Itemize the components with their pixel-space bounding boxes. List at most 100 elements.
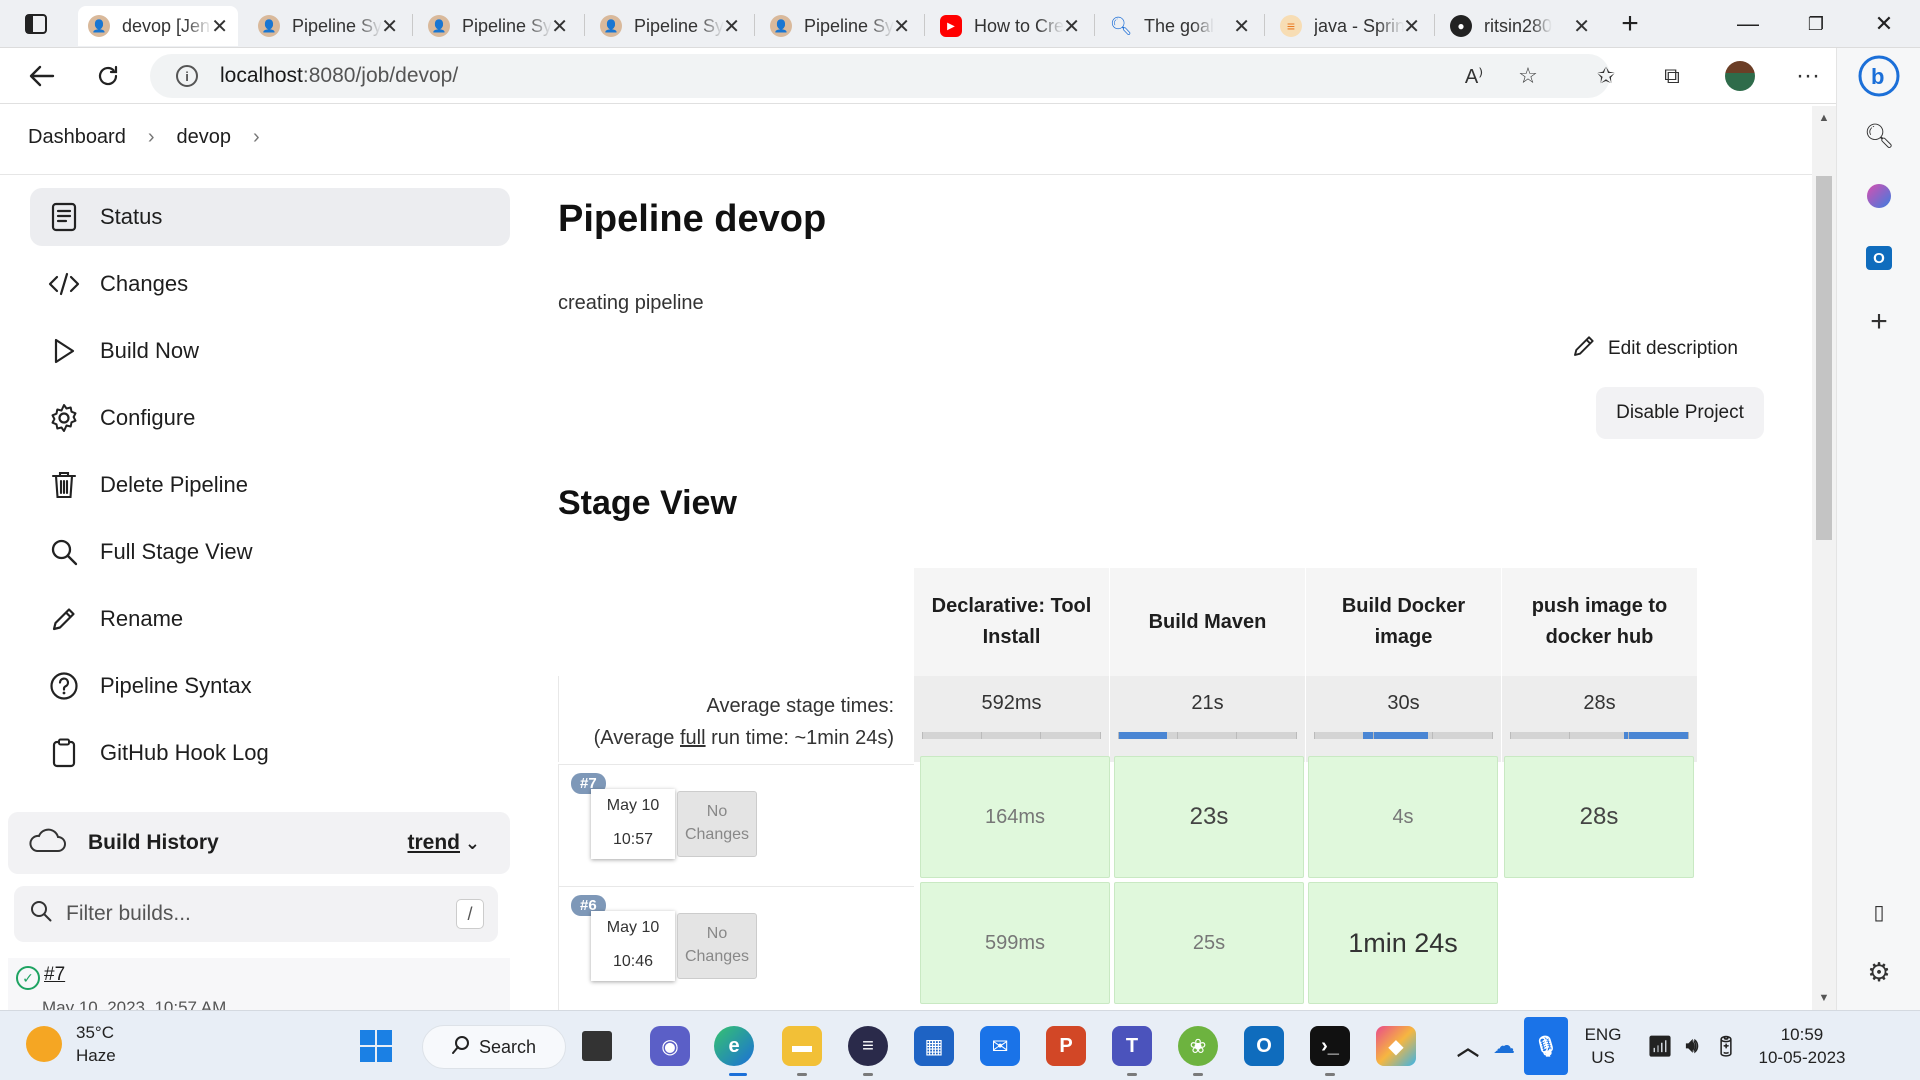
build-run-row[interactable]: #7 May 10 10:57 No Changes: [558, 764, 914, 888]
add-sidebar-app-icon[interactable]: +: [1859, 302, 1899, 342]
file-explorer-icon[interactable]: ▬: [782, 1026, 822, 1066]
spring-tools-icon[interactable]: ❀: [1178, 1026, 1218, 1066]
close-tab-icon[interactable]: ✕: [1573, 14, 1590, 39]
build-history-row[interactable]: ✓ #7 May 10, 2023, 10:57 AM: [8, 958, 510, 1017]
close-tab-icon[interactable]: ✕: [1063, 14, 1080, 39]
outlook-icon[interactable]: O: [1859, 238, 1899, 278]
stage-cell[interactable]: 4s: [1308, 756, 1498, 878]
back-icon[interactable]: [24, 60, 60, 92]
powerpoint-icon[interactable]: P: [1046, 1026, 1086, 1066]
search-icon[interactable]: 🔍︎: [1859, 116, 1899, 156]
read-aloud-icon[interactable]: A⁾: [1456, 60, 1492, 92]
terminal-icon[interactable]: ›_: [1310, 1026, 1350, 1066]
favorites-icon[interactable]: ✩: [1588, 60, 1624, 92]
tab-github[interactable]: ● ritsin280 ✕: [1440, 6, 1600, 46]
git-client-icon[interactable]: ◆: [1376, 1026, 1416, 1066]
tab-actions-icon[interactable]: [8, 8, 64, 40]
tab-stackoverflow[interactable]: ≡ java - Spring ✕: [1270, 6, 1430, 46]
eclipse-icon[interactable]: ≡: [848, 1026, 888, 1066]
build-date-card[interactable]: May 10 10:57: [591, 789, 675, 859]
close-tab-icon[interactable]: ✕: [893, 14, 910, 39]
sidebar-item-pipeline-syntax[interactable]: Pipeline Syntax: [30, 657, 510, 715]
changes-box[interactable]: No Changes: [677, 913, 757, 979]
close-tab-icon[interactable]: ✕: [381, 14, 398, 39]
tab-pipeline-syntax-1[interactable]: 👤 Pipeline Syntax ✕: [248, 6, 408, 46]
copilot-icon[interactable]: [1859, 176, 1899, 216]
restore-icon[interactable]: ❐: [1788, 8, 1844, 40]
address-bar[interactable]: i localhost:8080/job/devop/: [150, 54, 1610, 98]
outlook-icon[interactable]: O: [1244, 1026, 1284, 1066]
stage-cell[interactable]: 1min 24s: [1308, 882, 1498, 1004]
collections-icon[interactable]: ⧉: [1654, 60, 1690, 92]
stage-cell[interactable]: 164ms: [920, 756, 1110, 878]
mail-icon[interactable]: ✉: [980, 1026, 1020, 1066]
sidebar-toggle-icon[interactable]: ▯: [1859, 892, 1899, 932]
filter-builds-input[interactable]: Filter builds... /: [14, 886, 498, 942]
windows-start-icon[interactable]: [356, 1026, 396, 1066]
weather-widget[interactable]: 35°C Haze: [26, 1021, 116, 1067]
microphone-icon[interactable]: 🎙︎: [1524, 1017, 1568, 1075]
stage-cell[interactable]: 599ms: [920, 882, 1110, 1004]
close-tab-icon[interactable]: ✕: [211, 14, 228, 39]
onedrive-icon[interactable]: ☁: [1484, 1026, 1524, 1066]
build-number-link[interactable]: #7: [44, 964, 65, 986]
bing-copilot-icon[interactable]: b: [1855, 52, 1903, 100]
taskbar-search[interactable]: Search: [422, 1025, 566, 1069]
close-tab-icon[interactable]: ✕: [1403, 14, 1420, 39]
add-favorite-icon[interactable]: ☆: [1510, 60, 1546, 92]
task-view-icon[interactable]: [582, 1031, 612, 1061]
clock[interactable]: 10:59 10-05-2023: [1752, 1023, 1852, 1069]
breadcrumb-devop[interactable]: devop: [177, 126, 232, 149]
scroll-down-icon[interactable]: ▼: [1816, 992, 1832, 1006]
close-window-icon[interactable]: ✕: [1856, 8, 1912, 40]
close-tab-icon[interactable]: ✕: [723, 14, 740, 39]
edit-description-link[interactable]: Edit description: [1572, 334, 1738, 364]
sidebar-item-delete-pipeline[interactable]: Delete Pipeline: [30, 456, 510, 514]
tab-pipeline-syntax-4[interactable]: 👤 Pipeline Syntax ✕: [760, 6, 920, 46]
changes-box[interactable]: No Changes: [677, 791, 757, 857]
minimize-icon[interactable]: —: [1720, 8, 1776, 40]
chevron-down-icon[interactable]: ⌄: [465, 833, 480, 854]
build-date-card[interactable]: May 10 10:46: [591, 911, 675, 981]
more-icon[interactable]: ···: [1790, 60, 1826, 92]
microsoft-store-icon[interactable]: ▦: [914, 1026, 954, 1066]
full-run-link[interactable]: full: [680, 727, 706, 749]
chevron-right-icon[interactable]: ›: [253, 126, 260, 149]
sidebar-item-github-hook-log[interactable]: GitHub Hook Log: [30, 724, 510, 782]
disable-project-button[interactable]: Disable Project: [1596, 387, 1764, 439]
stage-cell[interactable]: 25s: [1114, 882, 1304, 1004]
battery-icon[interactable]: 🔋︎: [1706, 1026, 1746, 1066]
tab-devop[interactable]: 👤 devop [Jenkins] ✕: [78, 6, 238, 46]
scrollbar-thumb[interactable]: [1816, 176, 1832, 540]
scroll-up-icon[interactable]: ▲: [1816, 112, 1832, 126]
settings-gear-icon[interactable]: ⚙: [1859, 952, 1899, 992]
new-tab-icon[interactable]: +: [1602, 7, 1658, 40]
build-run-row[interactable]: #6 May 10 10:46 No Changes: [558, 886, 914, 1010]
sidebar-item-build-now[interactable]: Build Now: [30, 322, 510, 380]
sidebar-item-changes[interactable]: Changes: [30, 255, 510, 313]
site-info-icon[interactable]: i: [176, 65, 198, 87]
breadcrumb-dashboard[interactable]: Dashboard: [28, 126, 126, 149]
tab-youtube[interactable]: ▶ How to Create ✕: [930, 6, 1090, 46]
trend-link[interactable]: trend: [408, 831, 461, 855]
sidebar-item-status[interactable]: Status: [30, 188, 510, 246]
sidebar-item-rename[interactable]: Rename: [30, 590, 510, 648]
code-icon: [48, 268, 80, 300]
sidebar-item-full-stage-view[interactable]: Full Stage View: [30, 523, 510, 581]
close-tab-icon[interactable]: ✕: [551, 14, 568, 39]
stage-cell[interactable]: 23s: [1114, 756, 1304, 878]
refresh-icon[interactable]: [90, 60, 126, 92]
stage-header: push image to docker hub: [1502, 568, 1698, 676]
tab-search[interactable]: 🔍︎ The goal ✕: [1100, 6, 1260, 46]
input-language[interactable]: ENG US: [1580, 1023, 1626, 1069]
stage-cell[interactable]: 28s: [1504, 756, 1694, 878]
teams-icon[interactable]: T: [1112, 1026, 1152, 1066]
tab-pipeline-syntax-3[interactable]: 👤 Pipeline Syntax ✕: [590, 6, 750, 46]
close-tab-icon[interactable]: ✕: [1233, 14, 1250, 39]
sidebar-item-configure[interactable]: Configure: [30, 389, 510, 447]
teams-chat-icon[interactable]: ◉: [650, 1026, 690, 1066]
edge-browser-icon[interactable]: e: [714, 1026, 754, 1066]
tab-pipeline-syntax-2[interactable]: 👤 Pipeline Syntax ✕: [418, 6, 578, 46]
show-hidden-icons[interactable]: ︿: [1448, 1026, 1488, 1066]
profile-avatar[interactable]: [1722, 60, 1758, 92]
